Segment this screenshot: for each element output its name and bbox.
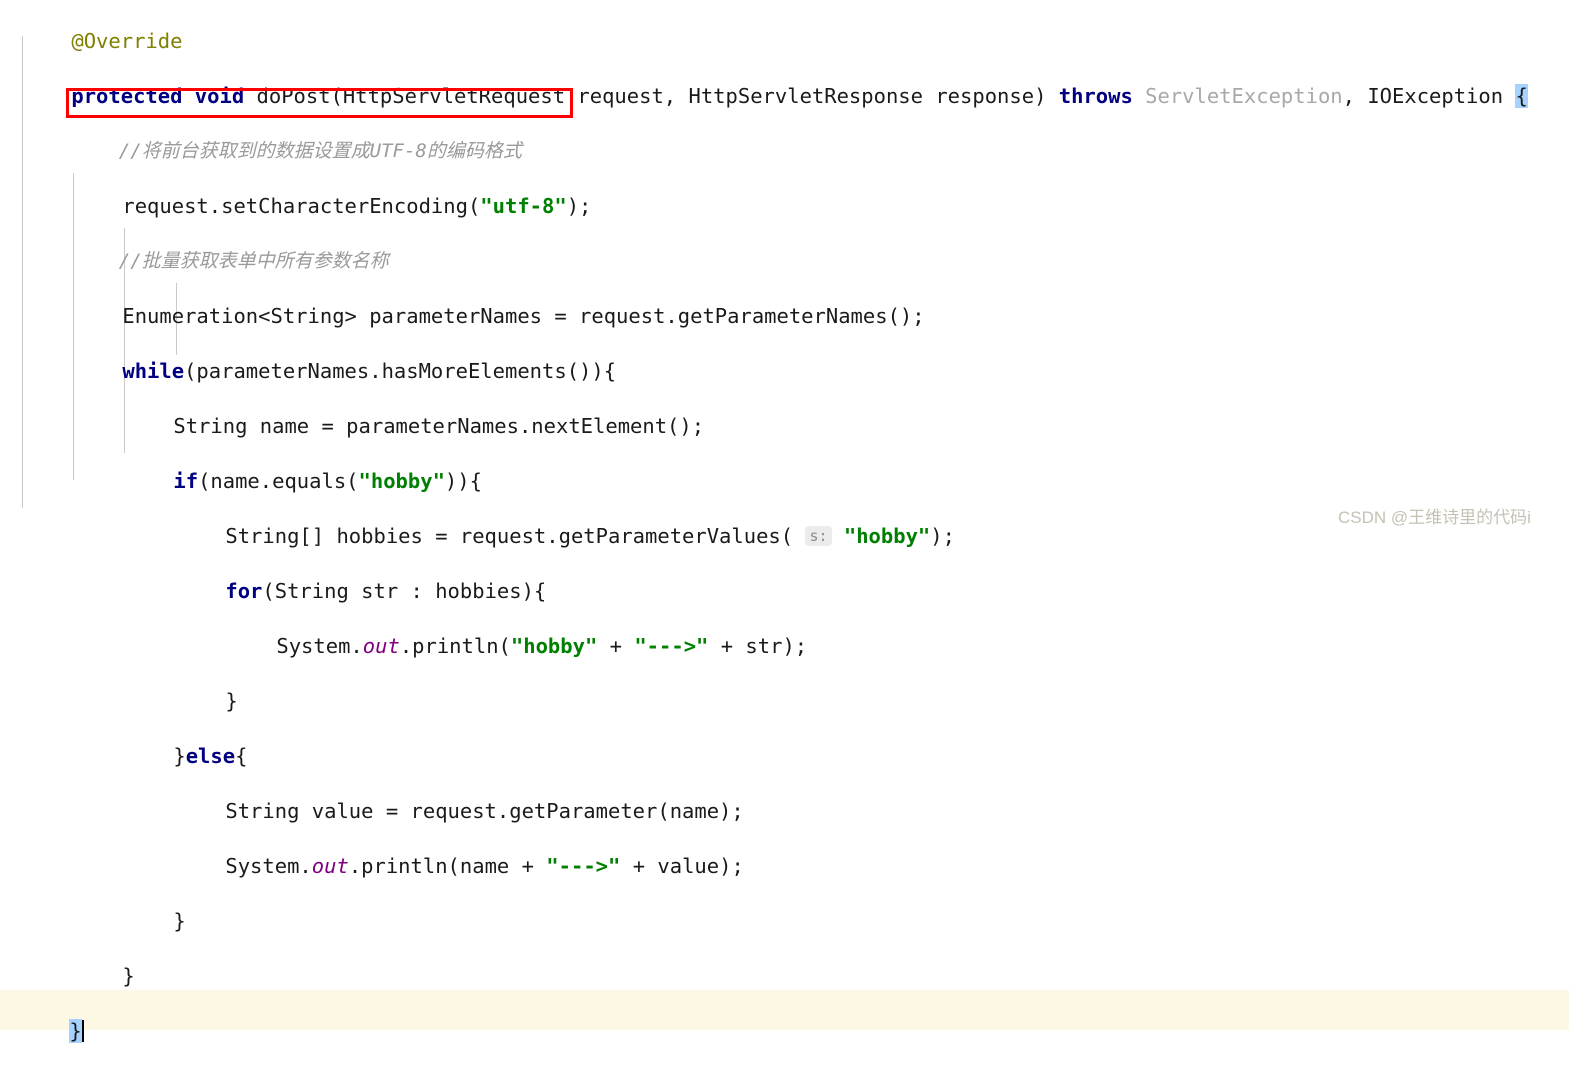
code-line-14[interactable]: }else{ [0,715,1569,768]
token-comment-batch-params: //批量获取表单中所有参数名称 [118,249,389,272]
inline-parameter-hint[interactable]: s: [805,525,832,546]
text-caret [81,1019,84,1042]
line-1-content: @Override [49,29,182,53]
token-kw-throws: throws [1058,83,1133,108]
code-line-16[interactable]: System.out.println(name + "--->" + value… [0,825,1569,878]
code-line-8[interactable]: String name = parameterNames.nextElement… [0,385,1569,438]
code-editor[interactable]: @Override protected void doPost(HttpServ… [0,0,1569,1043]
token-string-hobby-2: "hobby" [843,523,931,548]
line-12-content: System.out.println("hobby" + "--->" + st… [276,633,808,658]
line-4-content: request.setCharacterEncoding("utf-8"); [122,193,592,218]
token-string-arrow-1: "--->" [634,633,709,658]
token-string-hobby-3: "hobby" [510,633,598,658]
code-line-7[interactable]: while(parameterNames.hasMoreElements()){ [0,330,1569,383]
line-13-content: } [225,688,238,713]
token-kw-for: for [225,578,263,603]
token-string-hobby-1: "hobby" [358,468,445,493]
code-line-11[interactable]: for(String str : hobbies){ [0,550,1569,603]
token-kw-while: while [122,358,185,383]
csdn-watermark: CSDN @王维诗里的代码i [1338,508,1531,527]
line-17-content: } [173,908,186,933]
code-line-1[interactable]: @Override [0,0,1569,53]
token-type-servletexception: ServletException [1145,83,1343,108]
code-line-6[interactable]: Enumeration<String> parameterNames = req… [0,275,1569,328]
code-line-15[interactable]: String value = request.getParameter(name… [0,770,1569,823]
code-line-17[interactable]: } [0,880,1569,933]
code-line-13[interactable]: } [0,660,1569,713]
line-11-content: for(String str : hobbies){ [225,578,547,603]
code-line-2[interactable]: protected void doPost(HttpServletRequest… [0,55,1569,108]
token-static-field-out-2: out [311,853,349,878]
line-6-content: Enumeration<String> parameterNames = req… [122,303,925,328]
line-14-content: }else{ [173,743,248,768]
token-string-arrow-2: "--->" [546,853,621,878]
token-static-field-out-1: out [362,633,400,658]
token-annotation-override: @Override [71,28,183,53]
code-line-18[interactable]: } [0,935,1569,988]
token-brace-close-match: } [69,1018,82,1043]
line-2-content: protected void doPost(HttpServletRequest… [71,83,1528,108]
line-10-content: String[] hobbies = request.getParameterV… [225,523,955,548]
line-7-content: while(parameterNames.hasMoreElements()){ [122,358,617,383]
code-line-5[interactable]: //批量获取表单中所有参数名称 [0,220,1569,272]
code-line-10[interactable]: String[] hobbies = request.getParameterV… [0,495,1569,548]
code-line-3[interactable]: //将前台获取到的数据设置成UTF-8的编码格式 [0,110,1569,162]
line-19-content: } [49,1018,84,1043]
line-5-content: //批量获取表单中所有参数名称 [46,250,389,272]
token-brace-open-match: { [1515,83,1528,108]
code-line-4[interactable]: request.setCharacterEncoding("utf-8"); [0,165,1569,218]
line-3-content: //将前台获取到的数据设置成UTF-8的编码格式 [46,140,522,162]
token-string-utf8: "utf-8" [480,193,567,218]
line-15-content: String value = request.getParameter(name… [225,798,744,823]
token-comment-encoding: //将前台获取到的数据设置成UTF-8的编码格式 [118,139,522,162]
line-16-content: System.out.println(name + "--->" + value… [225,853,744,878]
code-line-19[interactable]: } [0,990,1569,1043]
token-kw-if: if [173,468,199,493]
token-kw-else: else [185,743,236,768]
code-line-12[interactable]: System.out.println("hobby" + "--->" + st… [0,605,1569,658]
line-9-content: if(name.equals("hobby")){ [173,468,482,493]
line-8-content: String name = parameterNames.nextElement… [173,413,705,438]
line-18-content: } [122,963,135,988]
code-line-9[interactable]: if(name.equals("hobby")){ [0,440,1569,493]
token-kw-protected: protected void [71,83,245,108]
